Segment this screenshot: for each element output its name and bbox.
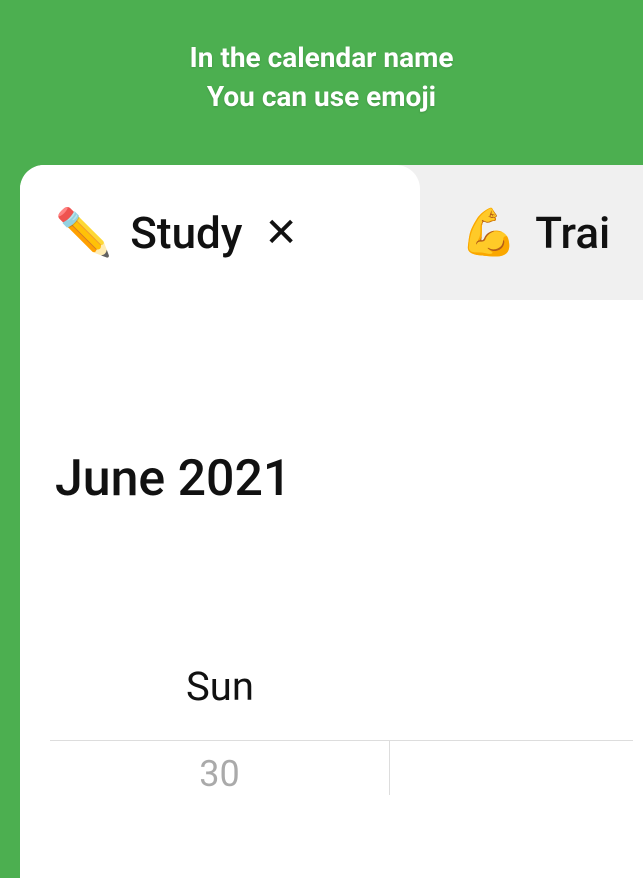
promo-line-2: You can use emoji <box>0 77 643 116</box>
weekday-header-row: Sun <box>50 663 633 710</box>
tab-label: Trai <box>535 207 610 259</box>
tab-label: Study <box>130 207 242 259</box>
calendar-grid: 30 <box>50 740 633 795</box>
month-title: June 2021 <box>50 300 633 508</box>
close-icon[interactable]: ✕ <box>264 213 298 253</box>
promo-line-1: In the calendar name <box>0 38 643 77</box>
calendar-app-window: ✏️ Study ✕ 💪 Trai June 2021 Sun 30 <box>20 165 643 878</box>
promo-header: In the calendar name You can use emoji <box>0 0 643 116</box>
flexed-biceps-icon: 💪 <box>460 206 517 260</box>
tab-training[interactable]: 💪 Trai <box>420 165 643 300</box>
tab-study[interactable]: ✏️ Study ✕ <box>20 165 420 300</box>
cell-date: 30 <box>50 753 389 795</box>
weekday-label-sun: Sun <box>50 663 390 710</box>
tab-bar: ✏️ Study ✕ 💪 Trai <box>20 165 643 300</box>
calendar-cell[interactable]: 30 <box>50 741 390 795</box>
calendar-content: June 2021 Sun 30 <box>20 300 643 878</box>
pencil-icon: ✏️ <box>55 206 112 260</box>
